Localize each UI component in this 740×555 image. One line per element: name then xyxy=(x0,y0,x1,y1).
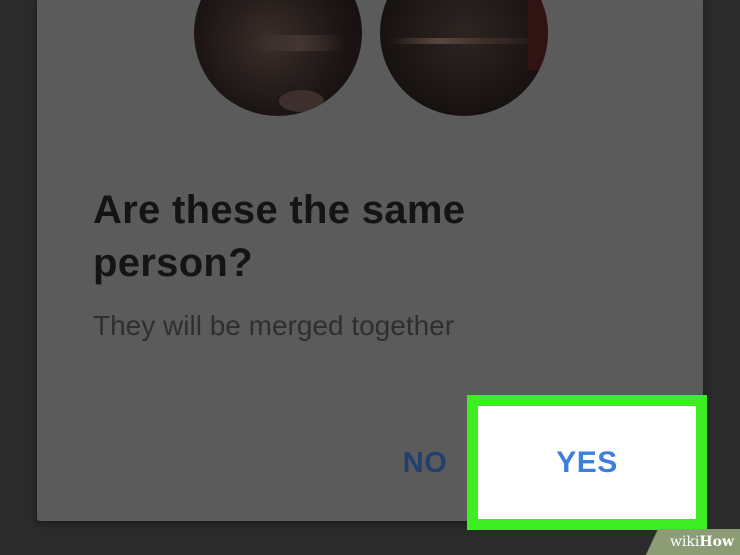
yes-button[interactable]: YES xyxy=(478,406,696,519)
face-photo-left xyxy=(194,0,362,116)
dialog-subtitle: They will be merged together xyxy=(93,310,455,341)
yes-highlight-box: YES xyxy=(467,395,707,530)
dialog-title: Are these the same person? xyxy=(93,188,466,285)
wikihow-watermark: wikiHow xyxy=(642,529,740,555)
watermark-wiki: wiki xyxy=(669,534,700,550)
no-button[interactable]: NO xyxy=(392,440,458,486)
face-photo-right xyxy=(380,0,548,116)
watermark-how: How xyxy=(699,534,734,550)
